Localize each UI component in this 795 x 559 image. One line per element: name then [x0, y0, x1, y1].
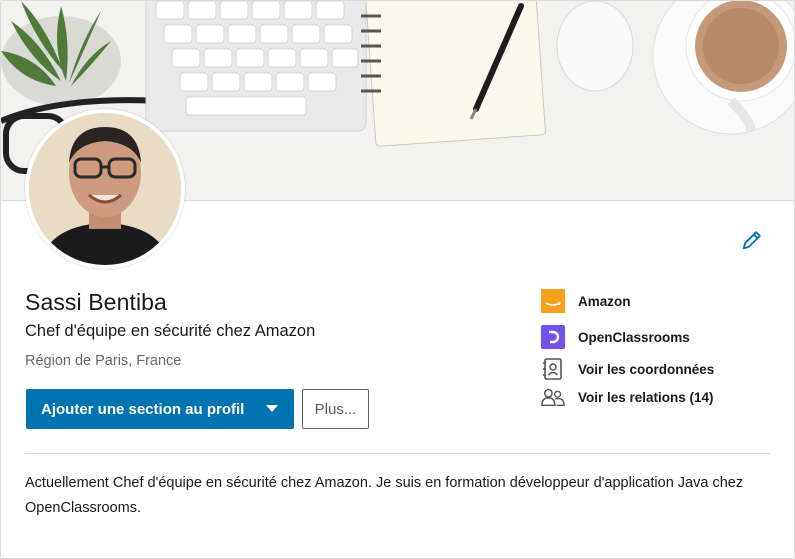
people-icon — [541, 385, 565, 409]
more-button[interactable]: Plus... — [302, 389, 369, 429]
pencil-icon — [741, 229, 763, 256]
add-profile-section-label: Ajouter une section au profil — [41, 400, 245, 418]
profile-name: Sassi Bentiba — [25, 289, 167, 315]
view-connections-label: Voir les relations (14) — [578, 389, 714, 405]
company-amazon-label: Amazon — [578, 293, 631, 309]
profile-summary: Actuellement Chef d'équipe en sécurité c… — [25, 475, 744, 516]
profile-headline: Chef d'équipe en sécurité chez Amazon — [25, 322, 316, 340]
contact-card-icon — [541, 357, 565, 381]
add-profile-section-button[interactable]: Ajouter une section au profil — [26, 389, 294, 429]
view-contact-info-link[interactable]: Voir les coordonnées — [541, 356, 714, 382]
company-openclassrooms-label: OpenClassrooms — [578, 329, 690, 345]
openclassrooms-logo-icon — [541, 325, 565, 349]
company-openclassrooms[interactable]: OpenClassrooms — [541, 324, 690, 350]
caret-down-icon — [266, 405, 278, 412]
profile-location: Région de Paris, France — [25, 353, 182, 369]
section-divider — [25, 453, 770, 454]
amazon-logo-icon — [541, 289, 565, 313]
view-connections-link[interactable]: Voir les relations (14) — [541, 384, 714, 410]
company-amazon[interactable]: Amazon — [541, 288, 631, 314]
profile-card: Sassi Bentiba Chef d'équipe en sécurité … — [0, 0, 795, 559]
view-contact-info-label: Voir les coordonnées — [578, 361, 715, 377]
profile-photo[interactable] — [25, 109, 185, 269]
edit-profile-button[interactable] — [737, 227, 767, 257]
